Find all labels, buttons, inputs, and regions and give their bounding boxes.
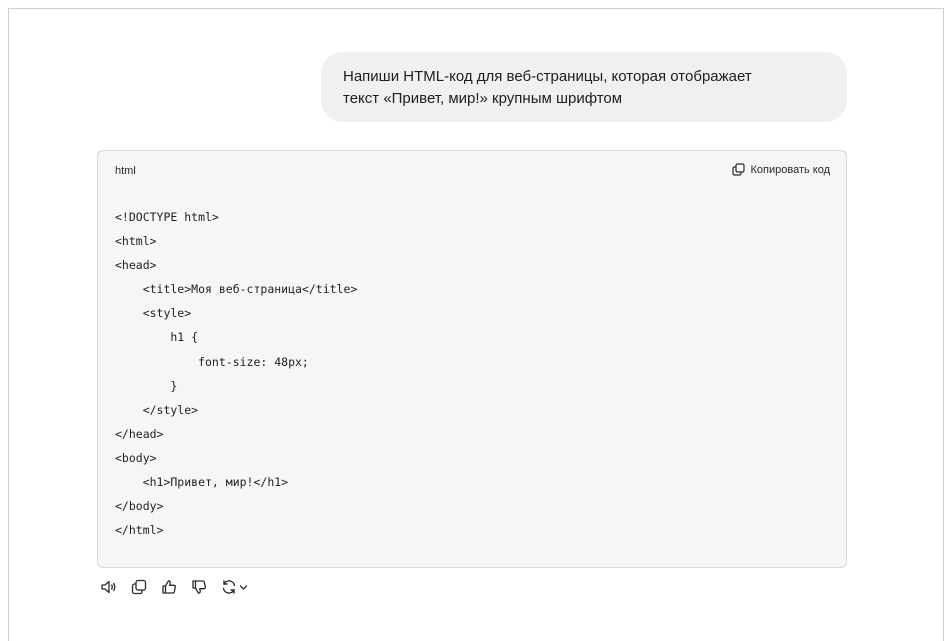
speaker-icon — [100, 579, 118, 595]
code-line: <body> — [115, 450, 157, 465]
code-block: html Копировать код <!DOCTYPE html> <htm… — [97, 150, 847, 568]
code-line: <head> — [115, 258, 157, 273]
regenerate-button[interactable] — [217, 577, 251, 597]
copy-code-label: Копировать код — [750, 163, 830, 176]
code-line: <style> — [115, 306, 192, 321]
user-message-line: Напиши HTML-код для веб-страницы, котора… — [343, 68, 752, 85]
copy-code-button[interactable]: Копировать код — [732, 163, 830, 176]
code-line: </style> — [115, 402, 199, 417]
code-line: font-size: 48px; — [115, 354, 309, 369]
code-line: <!DOCTYPE html> — [115, 210, 219, 224]
thumbs-down-icon — [191, 579, 207, 595]
dislike-button[interactable] — [187, 577, 211, 597]
code-line: } — [115, 378, 178, 393]
copy-message-button[interactable] — [127, 577, 151, 597]
regenerate-icon — [221, 579, 237, 595]
code-line: </html> — [115, 523, 164, 538]
code-line: <h1>Привет, мир!</h1> — [115, 475, 289, 490]
user-message-line: текст «Привет, мир!» крупным шрифтом — [343, 90, 623, 107]
code-line: </head> — [115, 426, 164, 441]
read-aloud-button[interactable] — [97, 577, 121, 597]
code-language-label: html — [115, 165, 136, 177]
copy-icon — [131, 579, 147, 595]
code-line: h1 { — [115, 330, 199, 345]
code-line: <title>Моя веб-страница</title> — [115, 282, 358, 297]
thumbs-up-icon — [161, 579, 177, 595]
copy-icon — [732, 163, 746, 176]
chevron-down-icon — [239, 583, 248, 592]
user-message-bubble: Напиши HTML-код для веб-страницы, котора… — [321, 52, 847, 122]
code-line: <html> — [115, 234, 157, 249]
code-content: <!DOCTYPE html> <html> <head> <title>Моя… — [115, 205, 357, 542]
code-line: </body> — [115, 499, 164, 514]
like-button[interactable] — [157, 577, 181, 597]
message-actions — [97, 577, 257, 597]
